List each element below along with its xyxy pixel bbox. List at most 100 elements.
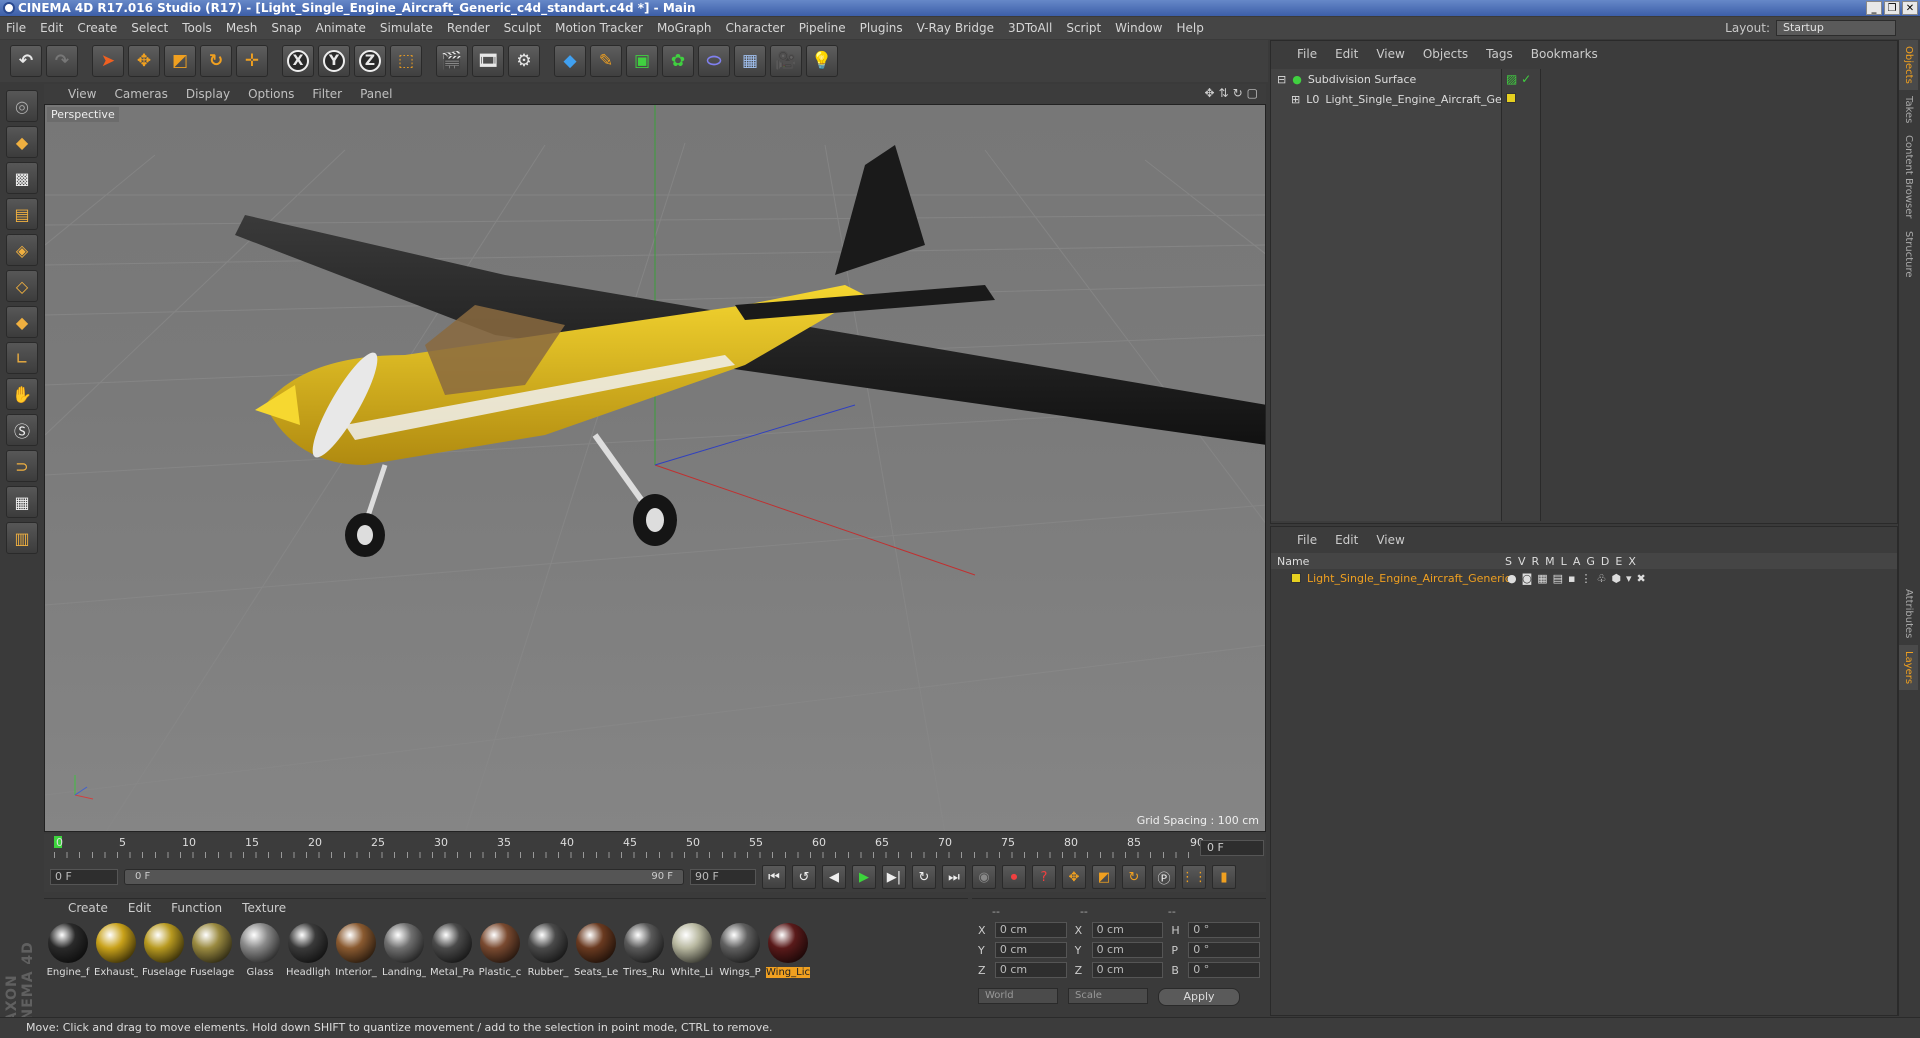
- layer-column-header[interactable]: S: [1505, 555, 1512, 568]
- size-x-field[interactable]: 0 cm: [1091, 922, 1164, 938]
- deformer-icon[interactable]: ⬭: [698, 45, 730, 77]
- layer-column-header[interactable]: R: [1532, 555, 1540, 568]
- tree-item-subdivision-surface[interactable]: ⊟ ● Subdivision Surface: [1271, 69, 1501, 89]
- tab-objects[interactable]: Objects: [1899, 40, 1918, 90]
- position-y-field[interactable]: 0 cm: [994, 942, 1067, 958]
- collapse-icon[interactable]: ⊟: [1277, 73, 1286, 86]
- material-swatch[interactable]: Engine_f: [46, 923, 90, 978]
- x-axis-lock-button[interactable]: X: [282, 45, 314, 77]
- layers-menu-file[interactable]: File: [1297, 533, 1317, 547]
- end-frame-field[interactable]: 90 F: [690, 869, 756, 885]
- apply-button[interactable]: Apply: [1158, 988, 1240, 1006]
- mograph-cloner-icon[interactable]: ✿: [662, 45, 694, 77]
- parameter-key-icon[interactable]: Ⓟ: [1152, 865, 1176, 889]
- texture-mode-icon[interactable]: ▩: [6, 162, 38, 194]
- menu-render[interactable]: Render: [447, 21, 490, 35]
- menu-vray-bridge[interactable]: V-Ray Bridge: [917, 21, 994, 35]
- position-z-field[interactable]: 0 cm: [994, 962, 1067, 978]
- coordinate-system-icon[interactable]: ⬚: [390, 45, 422, 77]
- menu-plugins[interactable]: Plugins: [860, 21, 903, 35]
- render-view-icon[interactable]: 🎬: [436, 45, 468, 77]
- cube-object-icon[interactable]: ◆: [554, 45, 586, 77]
- start-frame-field[interactable]: 0 F: [50, 869, 118, 885]
- goto-next-key-icon[interactable]: ↻: [912, 865, 936, 889]
- objects-menu-tags[interactable]: Tags: [1486, 47, 1513, 61]
- material-swatch[interactable]: Tires_Ru: [622, 923, 666, 978]
- close-button[interactable]: ✕: [1902, 1, 1918, 15]
- tab-content-browser[interactable]: Content Browser: [1899, 129, 1918, 224]
- layer-column-header[interactable]: E: [1615, 555, 1622, 568]
- material-swatch[interactable]: Fuselage: [190, 923, 234, 978]
- layers-menu-view[interactable]: View: [1376, 533, 1404, 547]
- rotation-b-field[interactable]: 0 °: [1188, 962, 1261, 978]
- floor-scene-icon[interactable]: ▦: [734, 45, 766, 77]
- material-swatch[interactable]: Metal_Pa: [430, 923, 474, 978]
- timeline-ruler[interactable]: 0 5 10 15 20 25 30 35 40 45 50 55 60 65 70 75 80 85 90: [44, 834, 1266, 862]
- layer-column-header[interactable]: M: [1545, 555, 1555, 568]
- layout-dropdown[interactable]: Startup: [1776, 20, 1896, 36]
- menu-character[interactable]: Character: [725, 21, 784, 35]
- select-arrow-icon[interactable]: ➤: [92, 45, 124, 77]
- material-menu-function[interactable]: Function: [171, 901, 222, 915]
- material-swatch[interactable]: Wing_Lic: [766, 923, 810, 978]
- rotation-key-icon[interactable]: ↻: [1122, 865, 1146, 889]
- goto-start-icon[interactable]: ⏮: [762, 865, 786, 889]
- magnet-icon[interactable]: ⊃: [6, 450, 38, 482]
- light-icon[interactable]: 💡: [806, 45, 838, 77]
- lock-workplane-icon[interactable]: ▦: [6, 486, 38, 518]
- z-axis-lock-button[interactable]: Z: [354, 45, 386, 77]
- axis-mode-icon[interactable]: ∟: [6, 342, 38, 374]
- material-menu-create[interactable]: Create: [68, 901, 108, 915]
- tweak-mode-icon[interactable]: ✋: [6, 378, 38, 410]
- make-editable-icon[interactable]: ◎: [6, 90, 38, 122]
- size-y-field[interactable]: 0 cm: [1091, 942, 1164, 958]
- enabled-check-icon[interactable]: ▨ ✓: [1502, 69, 1540, 89]
- previous-frame-icon[interactable]: ◀: [822, 865, 846, 889]
- timeline-window-icon[interactable]: ▮: [1212, 865, 1236, 889]
- restore-button[interactable]: ❐: [1884, 1, 1900, 15]
- menu-mesh[interactable]: Mesh: [226, 21, 258, 35]
- menu-mograph[interactable]: MoGraph: [657, 21, 712, 35]
- menu-sculpt[interactable]: Sculpt: [504, 21, 541, 35]
- objects-menu-bookmarks[interactable]: Bookmarks: [1531, 47, 1598, 61]
- position-key-icon[interactable]: ✥: [1062, 865, 1086, 889]
- menu-simulate[interactable]: Simulate: [380, 21, 433, 35]
- frame-range-slider[interactable]: 0 F 90 F: [124, 869, 684, 885]
- transform-icon[interactable]: ✛: [236, 45, 268, 77]
- render-picture-viewer-icon[interactable]: 🎞: [472, 45, 504, 77]
- viewport-nav-icons[interactable]: ✥⇅↻▢: [1204, 86, 1262, 100]
- play-icon[interactable]: ▶: [852, 865, 876, 889]
- menu-select[interactable]: Select: [131, 21, 168, 35]
- record-keys-icon[interactable]: ◉: [972, 865, 996, 889]
- size-z-field[interactable]: 0 cm: [1091, 962, 1164, 978]
- material-menu-texture[interactable]: Texture: [242, 901, 286, 915]
- tree-item-aircraft[interactable]: ⊞ L0 Light_Single_Engine_Aircraft_Generi…: [1271, 89, 1529, 109]
- menu-animate[interactable]: Animate: [316, 21, 366, 35]
- 3d-viewport[interactable]: Perspective Grid Spacing : 100 cm: [44, 104, 1266, 832]
- material-swatch[interactable]: Plastic_c: [478, 923, 522, 978]
- layer-flag-icons[interactable]: ●◙▦▤▪⋮♧⬢▾✖: [1507, 572, 1651, 585]
- menu-pipeline[interactable]: Pipeline: [799, 21, 846, 35]
- planar-workplane-icon[interactable]: ▥: [6, 522, 38, 554]
- keyframe-selection-icon[interactable]: ?: [1032, 865, 1056, 889]
- layer-color-tag[interactable]: [1502, 89, 1540, 109]
- layer-column-header[interactable]: V: [1518, 555, 1526, 568]
- material-swatch[interactable]: Interior_: [334, 923, 378, 978]
- subdivision-icon[interactable]: ▣: [626, 45, 658, 77]
- camera-icon[interactable]: 🎥: [770, 45, 802, 77]
- menu-motion-tracker[interactable]: Motion Tracker: [555, 21, 643, 35]
- material-swatch[interactable]: Wings_P: [718, 923, 762, 978]
- material-swatch[interactable]: Exhaust_: [94, 923, 138, 978]
- autokey-icon[interactable]: ⏺: [1002, 865, 1026, 889]
- next-frame-icon[interactable]: ▶|: [882, 865, 906, 889]
- edges-mode-icon[interactable]: ◇: [6, 270, 38, 302]
- menu-create[interactable]: Create: [77, 21, 117, 35]
- rotation-p-field[interactable]: 0 °: [1188, 942, 1261, 958]
- layer-column-header[interactable]: L: [1561, 555, 1567, 568]
- points-mode-icon[interactable]: ◈: [6, 234, 38, 266]
- layer-row[interactable]: Light_Single_Engine_Aircraft_Generic ●◙▦…: [1271, 569, 1897, 587]
- undo-icon[interactable]: ↶: [10, 45, 42, 77]
- scale-icon[interactable]: ◩: [164, 45, 196, 77]
- position-x-field[interactable]: 0 cm: [994, 922, 1067, 938]
- goto-end-icon[interactable]: ⏭: [942, 865, 966, 889]
